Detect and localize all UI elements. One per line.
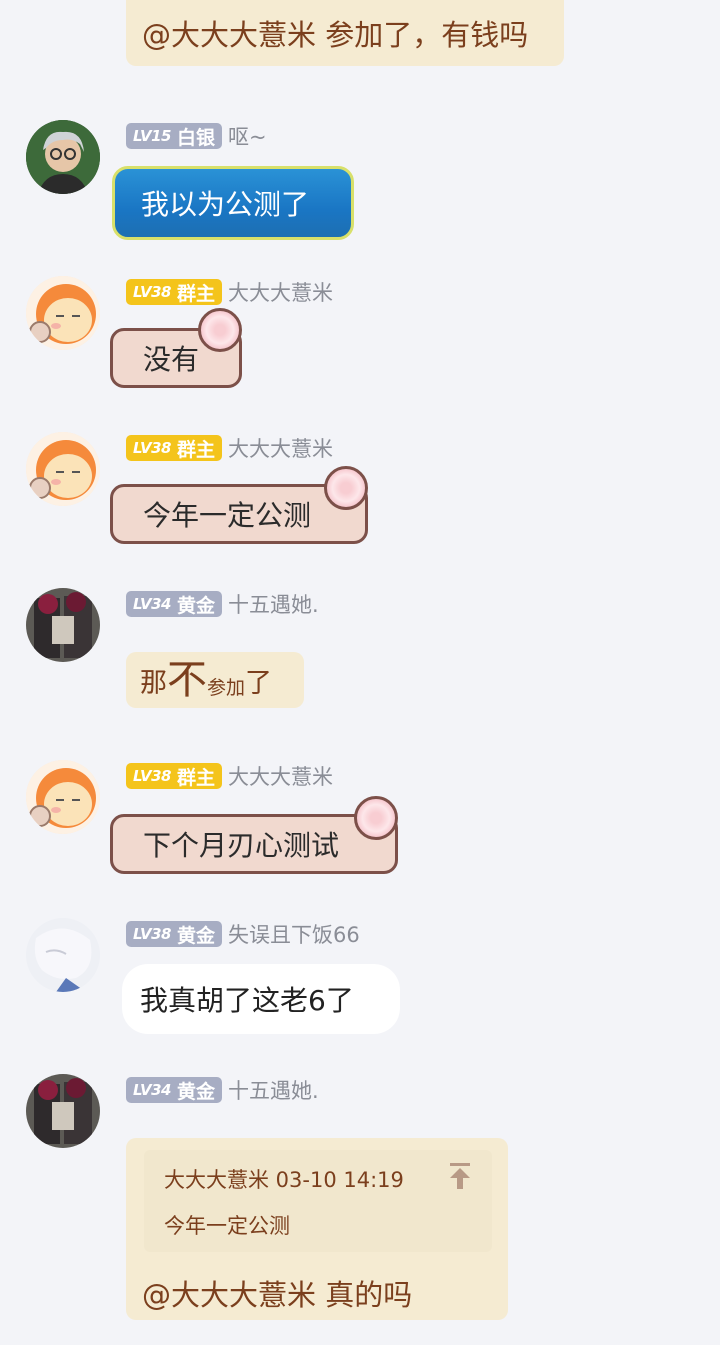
message-text: 那: [140, 668, 167, 699]
sender-name[interactable]: 十五遇她.: [228, 589, 319, 619]
level-badge: LV34 黄金: [126, 1077, 222, 1103]
avatar[interactable]: [26, 1074, 100, 1148]
level-badge: LV38 群主: [126, 279, 222, 305]
sender-name[interactable]: 呕~: [228, 121, 267, 151]
level-badge: LV34 黄金: [126, 591, 222, 617]
message-text: @大大大薏米 参加了，有钱吗: [142, 18, 529, 52]
jump-to-quote-icon[interactable]: [448, 1162, 472, 1190]
level-number: LV34: [133, 595, 171, 613]
sender-meta: LV38 群主 大大大薏米: [126, 434, 333, 462]
quoted-message[interactable]: 大大大薏米 03-10 14:19 今年一定公测: [144, 1150, 492, 1252]
sender-meta: LV38 黄金 失误且下饭66: [126, 920, 360, 948]
level-number: LV34: [133, 1081, 171, 1099]
level-number: LV38: [133, 767, 171, 785]
sender-meta: LV34 黄金 十五遇她.: [126, 590, 319, 618]
level-title: 白银: [176, 126, 215, 149]
message-text-emphasis: 不: [167, 657, 207, 703]
reply-bubble[interactable]: 大大大薏米 03-10 14:19 今年一定公测 @大大大薏米 真的吗: [126, 1138, 508, 1320]
level-title: 黄金: [176, 594, 215, 617]
message-text: 今年一定公测: [143, 499, 312, 532]
message-text: 我真胡了这老6了: [140, 984, 354, 1017]
level-title: 群主: [176, 282, 215, 305]
level-badge: LV38 黄金: [126, 921, 222, 947]
message-text: @大大大薏米 真的吗: [142, 1278, 413, 1312]
level-title: 黄金: [176, 1080, 215, 1103]
message-text-small: 参加: [207, 677, 246, 699]
avatar[interactable]: [26, 432, 100, 506]
snail-shell-icon: [324, 466, 368, 510]
avatar[interactable]: [26, 120, 100, 194]
chat-bubble-top[interactable]: @大大大薏米 参加了，有钱吗: [126, 0, 564, 66]
message-text: 我以为公测了: [141, 188, 310, 221]
sender-meta: LV38 群主 大大大薏米: [126, 762, 333, 790]
avatar[interactable]: [26, 276, 100, 350]
snail-shell-icon: [354, 796, 398, 840]
quote-text: 今年一定公测: [164, 1214, 290, 1238]
sender-meta: LV34 黄金 十五遇她.: [126, 1076, 319, 1104]
level-badge: LV15 白银: [126, 123, 222, 149]
avatar[interactable]: [26, 588, 100, 662]
sender-name[interactable]: 大大大薏米: [228, 761, 333, 791]
level-number: LV38: [133, 439, 171, 457]
level-number: LV15: [133, 127, 171, 145]
chat-bubble[interactable]: 那 不 参加 了: [126, 652, 304, 708]
snail-shell-icon: [198, 308, 242, 352]
message-text: 没有: [143, 343, 200, 376]
level-title: 群主: [176, 766, 215, 789]
avatar[interactable]: [26, 918, 100, 992]
level-title: 黄金: [176, 924, 215, 947]
level-number: LV38: [133, 925, 171, 943]
level-title: 群主: [176, 438, 215, 461]
sender-meta: LV15 白银 呕~: [126, 122, 267, 150]
quote-header: 大大大薏米 03-10 14:19: [164, 1168, 404, 1192]
sender-name[interactable]: 大大大薏米: [228, 277, 333, 307]
sender-name[interactable]: 大大大薏米: [228, 433, 333, 463]
avatar[interactable]: [26, 760, 100, 834]
message-text: 下个月刃心测试: [143, 829, 340, 862]
sender-name[interactable]: 十五遇她.: [228, 1075, 319, 1105]
message-text: 了: [245, 668, 273, 699]
sender-name[interactable]: 失误且下饭66: [228, 919, 360, 949]
chat-bubble[interactable]: 我真胡了这老6了: [122, 964, 400, 1034]
chat-bubble[interactable]: 我以为公测了: [112, 166, 354, 240]
level-number: LV38: [133, 283, 171, 301]
level-badge: LV38 群主: [126, 435, 222, 461]
sender-meta: LV38 群主 大大大薏米: [126, 278, 333, 306]
level-badge: LV38 群主: [126, 763, 222, 789]
